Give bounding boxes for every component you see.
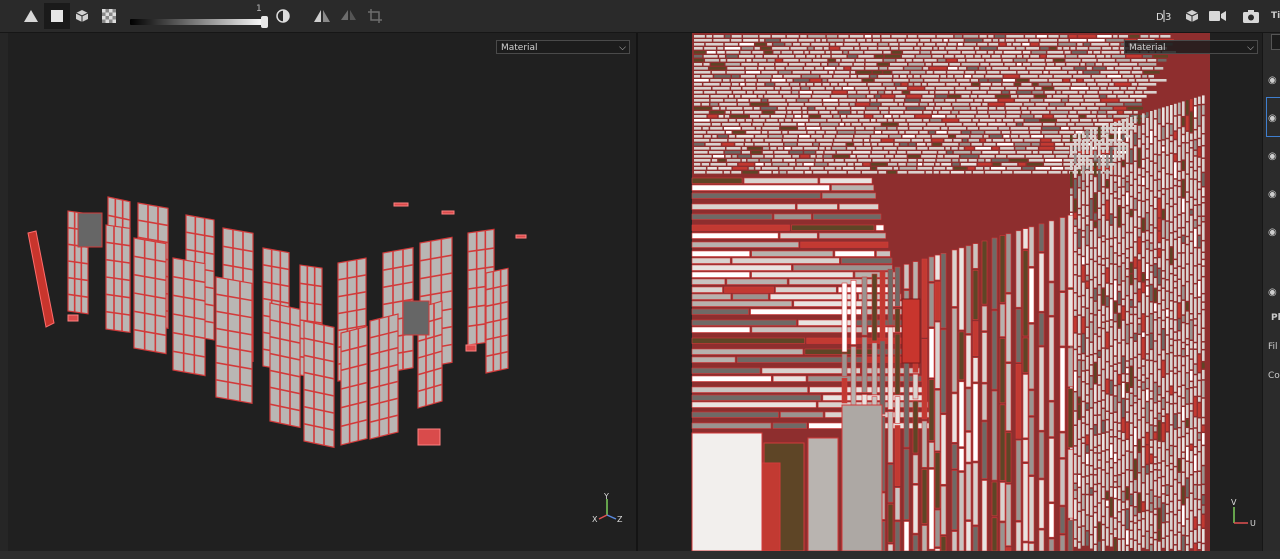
axis-u-label: U [1250,519,1256,528]
visibility-eye-icon[interactable]: ◉ [1268,151,1277,162]
cube-icon[interactable] [69,3,95,29]
wall-panel [269,302,301,429]
wall-panel [133,237,167,355]
selected-layer-row[interactable] [1266,97,1280,137]
channel-dropdown-2d[interactable]: Material ⌵ [1124,40,1258,54]
visibility-eye-icon[interactable]: ◉ [1268,227,1277,238]
3d-model-wireframe [27,196,527,449]
left-tool-strip [0,33,8,555]
channel-dropdown-3d[interactable]: Material ⌵ [496,40,630,54]
axis-v-label: V [1231,498,1237,507]
top-toolbar: 1 D3 [0,0,1280,33]
checker-texture-icon[interactable] [96,3,122,29]
3d-viewport[interactable]: Material ⌵ Y X Z [8,33,636,551]
wall-panel [172,257,206,377]
axis-y-label: Y [603,493,609,501]
cube-view-icon[interactable] [1179,3,1205,29]
channel-dropdown-3d-label: Material [501,43,538,53]
wall-panel [485,267,509,374]
panel-header: Ti [1271,11,1280,21]
triangle-shading-icon[interactable] [18,3,44,29]
wall-panel [369,313,399,440]
xyz-axis-gizmo: Y X Z [592,493,623,524]
axis-z-label: Z [617,515,623,524]
axis-x-label: X [592,515,598,524]
visibility-eye-icon[interactable]: ◉ [1268,287,1277,298]
panel-search-input[interactable] [1271,34,1280,50]
wall-panel [303,320,335,449]
2d-uv-viewport[interactable]: Material ⌵ V U [638,33,1262,551]
svg-text:D: D [1156,12,1164,23]
properties-section-label: Pl [1271,313,1280,323]
status-bar [0,551,1280,559]
video-camera-icon[interactable] [1205,3,1231,29]
uv-axis-gizmo: V U [1231,498,1256,528]
uv-texture-map [691,33,1210,551]
fill-label: Fil [1268,342,1278,352]
solid-shading-icon[interactable] [44,3,70,29]
screenshot-camera-icon[interactable] [1238,3,1264,29]
wall-panel [105,224,131,334]
exposure-slider[interactable] [130,19,266,25]
split-view-icon[interactable]: D3 [1152,3,1178,29]
exposure-slider-handle[interactable] [261,16,268,28]
exposure-value: 1 [256,4,262,14]
wall-panel [215,276,253,405]
channel-dropdown-2d-label: Material [1129,43,1166,53]
visibility-eye-icon[interactable]: ◉ [1268,189,1277,200]
symmetry-icon[interactable] [309,3,335,29]
color-label: Co [1268,371,1280,381]
chevron-down-icon: ⌵ [1247,43,1254,53]
crop-transform-icon[interactable] [362,3,388,29]
symmetry-options-icon[interactable] [336,3,362,29]
visibility-eye-icon[interactable]: ◉ [1268,75,1277,86]
contrast-icon[interactable] [270,3,296,29]
svg-text:3: 3 [1165,12,1171,23]
wall-panel [340,325,368,446]
chevron-down-icon: ⌵ [619,43,626,53]
